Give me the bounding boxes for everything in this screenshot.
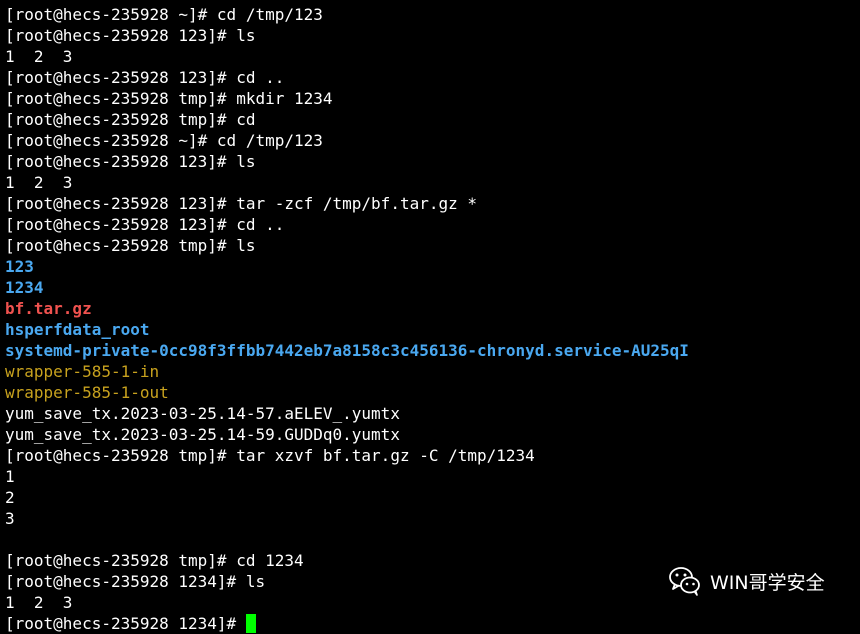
- terminal-line: 2: [5, 488, 15, 507]
- terminal-line: [root@hecs-235928 123]# ls: [5, 152, 256, 171]
- terminal-line: [root@hecs-235928 123]# ls: [5, 26, 256, 45]
- terminal-line: [root@hecs-235928 123]# cd ..: [5, 215, 285, 234]
- terminal-line: yum_save_tx.2023-03-25.14-57.aELEV_.yumt…: [5, 404, 400, 423]
- terminal-line: [root@hecs-235928 ~]# cd /tmp/123: [5, 5, 323, 24]
- terminal-line: bf.tar.gz: [5, 299, 92, 318]
- terminal-line: 1 2 3: [5, 173, 73, 192]
- terminal-line: yum_save_tx.2023-03-25.14-59.GUDDq0.yumt…: [5, 425, 400, 444]
- terminal-prompt: [root@hecs-235928 1234]#: [5, 614, 246, 633]
- terminal-line: [root@hecs-235928 tmp]# mkdir 1234: [5, 89, 333, 108]
- terminal-output[interactable]: [root@hecs-235928 ~]# cd /tmp/123 [root@h…: [5, 4, 855, 634]
- terminal-prompt-line[interactable]: [root@hecs-235928 1234]#: [5, 613, 855, 634]
- terminal-line: 1 2 3: [5, 47, 73, 66]
- terminal-line: [root@hecs-235928 ~]# cd /tmp/123: [5, 131, 323, 150]
- terminal-line: [root@hecs-235928 123]# cd ..: [5, 68, 285, 87]
- terminal-line: [root@hecs-235928 tmp]# ls: [5, 236, 256, 255]
- terminal-line: [root@hecs-235928 123]# tar -zcf /tmp/bf…: [5, 194, 478, 213]
- terminal-line: hsperfdata_root: [5, 320, 150, 339]
- terminal-line: wrapper-585-1-in: [5, 362, 160, 381]
- terminal-line: wrapper-585-1-out: [5, 383, 169, 402]
- terminal-cursor[interactable]: [245, 614, 256, 633]
- terminal-line: 1234: [5, 278, 44, 297]
- terminal-line: [root@hecs-235928 tmp]# cd: [5, 110, 256, 129]
- terminal-line: 1: [5, 467, 15, 486]
- watermark-text: WIN哥学安全: [710, 571, 825, 594]
- wechat-icon: [669, 567, 700, 596]
- terminal-line: 123: [5, 257, 34, 276]
- terminal-line: systemd-private-0cc98f3ffbb7442eb7a8158c…: [5, 341, 689, 360]
- watermark: WIN哥学安全: [668, 562, 825, 600]
- terminal-line: [root@hecs-235928 tmp]# tar xzvf bf.tar.…: [5, 446, 535, 465]
- terminal-line: 3: [5, 509, 15, 528]
